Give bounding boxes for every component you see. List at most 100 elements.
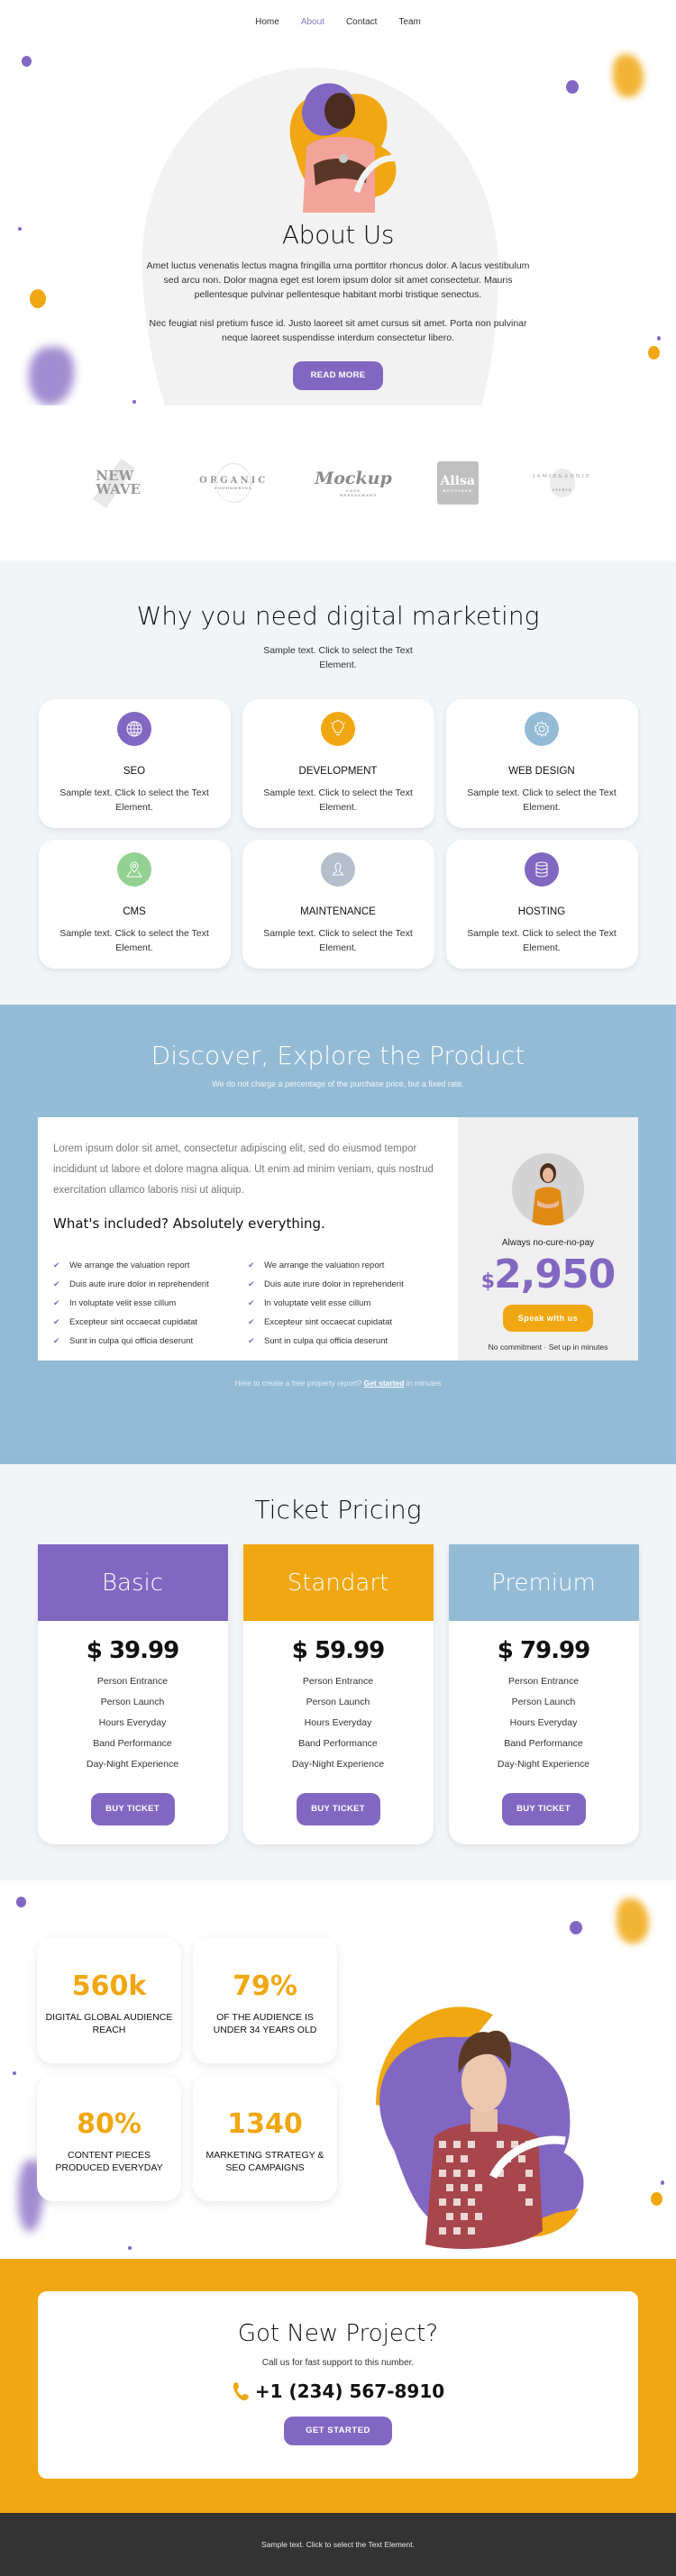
logo-organic: ORGANIC FOOD&DRINK <box>197 460 269 505</box>
check-text: In voluptate velit esse cillum <box>264 1298 371 1308</box>
service-title: HOSTING <box>517 906 566 917</box>
service-title: WEB DESIGN <box>508 766 575 777</box>
check-item: ✔ Sunt in culpa qui officia deserunt <box>53 1334 248 1348</box>
plan-feature: Day-Night Experience <box>291 1759 385 1770</box>
why-section: Why you need digital marketing Sample te… <box>0 560 676 1005</box>
plan-name: Premium <box>448 1544 639 1621</box>
stats-section: 560k DIGITAL GLOBAL AUDIENCE REACH 79% O… <box>0 1880 676 2259</box>
plan-feature: Band Performance <box>298 1738 378 1749</box>
gear-icon <box>525 712 559 746</box>
phone-text[interactable]: +1 (234) 567-8910 <box>255 2380 444 2402</box>
plan-price: $ 79.99 <box>497 1637 590 1664</box>
check-text: We arrange the valuation report <box>69 1261 190 1270</box>
check-item: ✔ In voluptate velit esse cillum <box>248 1297 443 1310</box>
service-text: Sample text. Click to select the Text El… <box>59 787 209 813</box>
logo-jamie-annie: JAMIE&ANNIE STUDIO <box>526 460 598 505</box>
service-text: Sample text. Click to select the Text El… <box>467 787 617 813</box>
check-icon: ✔ <box>53 1261 60 1270</box>
buy-ticket-button[interactable]: BUY TICKET <box>90 1793 175 1825</box>
logo-ring <box>215 463 252 503</box>
offer-details: Lorem ipsum dolor sit amet, consectetur … <box>38 1117 458 1361</box>
service-title: DEVELOPMENT <box>298 766 378 777</box>
plan-price: $ 59.99 <box>291 1637 385 1664</box>
check-text: Duis aute irure dolor in reprehenderit <box>264 1279 404 1289</box>
ticket-pricing-section: Ticket Pricing Basic $ 39.99 Person Entr… <box>0 1464 676 1880</box>
plan-feature: Person Entrance <box>96 1676 169 1687</box>
service-card-development[interactable]: DEVELOPMENT Sample text. Click to select… <box>242 699 434 828</box>
service-card-web-design[interactable]: WEB DESIGN Sample text. Click to select … <box>445 699 638 828</box>
lightbulb-icon <box>321 712 355 746</box>
stat-label: CONTENT PIECES PRODUCED EVERYDAY <box>55 2150 163 2173</box>
check-text: We arrange the valuation report <box>264 1261 385 1270</box>
service-card-maintenance[interactable]: MAINTENANCE Sample text. Click to select… <box>242 840 434 969</box>
discover-title: Discover, Explore the Product <box>151 1041 525 1070</box>
service-card-hosting[interactable]: HOSTING Sample text. Click to select the… <box>445 840 638 969</box>
check-item: ✔ Sunt in culpa qui officia deserunt <box>248 1334 443 1348</box>
stats-grid: 560k DIGITAL GLOBAL AUDIENCE REACH 79% O… <box>37 1937 337 2201</box>
plan-feature: Person Entrance <box>302 1676 374 1687</box>
plan-feature: Hours Everyday <box>509 1717 578 1728</box>
check-icon: ✔ <box>53 1279 60 1288</box>
service-text: Sample text. Click to select the Text El… <box>263 928 413 953</box>
logo-text: Alisa <box>440 473 475 488</box>
why-title: Why you need digital marketing <box>136 601 540 631</box>
buy-ticket-button[interactable]: BUY TICKET <box>501 1793 586 1825</box>
services-grid: SEO Sample text. Click to select the Tex… <box>0 699 676 969</box>
check-text: Excepteur sint occaecat cupidatat <box>69 1317 198 1327</box>
phone-number: +1 (234) 567-8910 <box>38 2380 638 2402</box>
check-text: Sunt in culpa qui officia deserunt <box>264 1336 388 1346</box>
plan-feature: Band Performance <box>93 1738 172 1749</box>
map-pin-icon <box>117 852 151 887</box>
hero-content: About Us Amet luctus venenatis lectus ma… <box>0 43 676 390</box>
currency-symbol: $ <box>480 1270 495 1293</box>
buy-ticket-button[interactable]: BUY TICKET <box>296 1793 380 1825</box>
check-item: ✔ Duis aute irure dolor in reprehenderit <box>248 1278 443 1291</box>
footer-text: Sample text. Click to select the Text El… <box>261 2540 415 2549</box>
globe-icon <box>117 712 151 746</box>
stat-card: 1340 MARKETING STRATEGY & SEO CAMPAIGNS <box>193 2075 337 2201</box>
check-text: Excepteur sint occaecat cupidatat <box>264 1317 393 1327</box>
plan-name: Standart <box>242 1544 434 1621</box>
decor-dot <box>570 1921 582 1934</box>
plan-feature: Day-Night Experience <box>86 1759 179 1770</box>
service-card-cms[interactable]: CMS Sample text. Click to select the Tex… <box>38 840 231 969</box>
service-text: Sample text. Click to select the Text El… <box>59 928 209 953</box>
plan-feature: Person Launch <box>306 1697 370 1707</box>
stat-card: 80% CONTENT PIECES PRODUCED EVERYDAY <box>37 2075 181 2201</box>
plan-feature: Band Performance <box>504 1738 583 1749</box>
get-started-button[interactable]: GET STARTED <box>284 2417 392 2445</box>
read-more-button[interactable]: READ MORE <box>293 361 383 390</box>
plan-feature: Person Entrance <box>507 1676 580 1687</box>
stat-value: 560k <box>71 1971 147 2002</box>
service-title: SEO <box>123 766 146 777</box>
stat-card: 560k DIGITAL GLOBAL AUDIENCE REACH <box>37 1937 181 2063</box>
team-member-portrait <box>376 2007 584 2249</box>
logo-new-wave: NEW WAVE <box>78 458 150 508</box>
check-text: In voluptate velit esse cillum <box>69 1298 177 1308</box>
logo-mockup: Mockup CAFE RESTAURANT <box>315 460 392 505</box>
why-subtitle: Sample text. Click to select the Text El… <box>263 645 413 670</box>
plan-name: Basic <box>37 1544 228 1621</box>
plan-features: Person Entrance Person Launch Hours Ever… <box>449 1671 639 1775</box>
stat-value: 79% <box>233 1971 297 2002</box>
stat-label: MARKETING STRATEGY & SEO CAMPAIGNS <box>206 2150 324 2173</box>
footnote-text: in minutes <box>404 1379 442 1388</box>
included-list: ✔ We arrange the valuation report ✔ We arr… <box>53 1259 443 1348</box>
plan-feature: Person Launch <box>100 1697 165 1707</box>
service-title: MAINTENANCE <box>300 906 376 917</box>
speak-with-us-button[interactable]: Speak with us <box>503 1305 593 1332</box>
check-item: ✔ We arrange the valuation report <box>248 1259 443 1272</box>
cta-subtitle: Call us for fast support to this number. <box>261 2358 415 2368</box>
contact-cta-box: Got New Project? Call us for fast suppor… <box>38 2291 638 2479</box>
get-started-link[interactable]: Get started <box>364 1379 405 1388</box>
logo-circle <box>549 469 575 497</box>
decor-dot <box>13 2071 16 2075</box>
check-icon: ✔ <box>53 1298 60 1307</box>
stat-card: 79% OF THE AUDIENCE IS UNDER 34 YEARS OL… <box>193 1937 337 2063</box>
check-icon: ✔ <box>248 1336 255 1345</box>
included-title: What's included? Absolutely everything. <box>53 1215 325 1232</box>
stat-value: 1340 <box>227 2108 303 2140</box>
stat-label: OF THE AUDIENCE IS UNDER 34 YEARS OLD <box>213 2012 317 2035</box>
offer-panel: Lorem ipsum dolor sit amet, consectetur … <box>38 1117 638 1361</box>
service-card-seo[interactable]: SEO Sample text. Click to select the Tex… <box>38 699 231 828</box>
